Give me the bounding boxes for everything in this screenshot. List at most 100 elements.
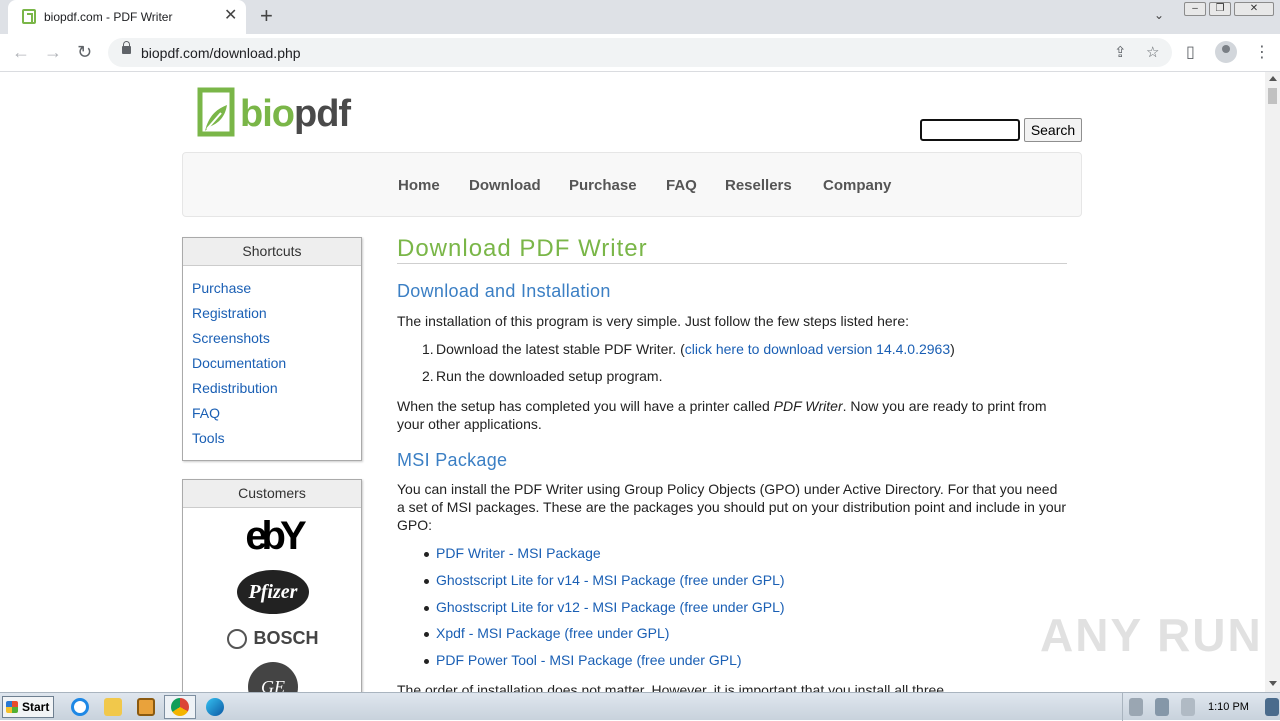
step-2-text: Run the downloaded setup program.: [436, 368, 663, 384]
shortcut-redistribution[interactable]: Redistribution: [192, 380, 278, 396]
nav-download[interactable]: Download: [469, 177, 541, 194]
bullet-icon: [424, 659, 429, 664]
ge-logo: GE: [183, 662, 363, 692]
bosch-logo: BOSCH: [183, 628, 363, 649]
media-player-icon[interactable]: [137, 698, 155, 716]
browser-toolbar: ← → ↻ biopdf.com/download.php ⇪ ☆ ▯ ⋮: [0, 34, 1280, 72]
customers-box: Customers ebY Pfizer BOSCH GE: [182, 479, 362, 692]
download-version-link[interactable]: click here to download version 14.4.0.29…: [685, 341, 950, 357]
window-close-button[interactable]: ✕: [1234, 2, 1274, 16]
logo-bio: bio: [240, 93, 295, 135]
scroll-thumb[interactable]: [1268, 88, 1277, 104]
logo-wordmark: biopdf: [240, 93, 351, 136]
bookmark-star-icon[interactable]: ☆: [1146, 43, 1159, 61]
step-1: Download the latest stable PDF Writer. (…: [436, 341, 955, 357]
window-restore-button[interactable]: ❐: [1209, 2, 1231, 16]
bosch-armature-icon: [227, 628, 248, 649]
step-1-number: 1.: [422, 341, 434, 357]
internet-explorer-icon[interactable]: [71, 698, 89, 716]
reload-icon[interactable]: ↻: [77, 42, 92, 62]
step-2-number: 2.: [422, 368, 434, 384]
forward-arrow-icon[interactable]: →: [44, 42, 62, 62]
search-button[interactable]: Search: [1024, 118, 1082, 142]
page-scrollbar[interactable]: [1265, 72, 1280, 692]
biopdf-logo[interactable]: biopdf: [197, 87, 351, 137]
shortcut-registration[interactable]: Registration: [192, 305, 267, 321]
nav-resellers[interactable]: Resellers: [725, 177, 792, 194]
ebay-logo: ebY: [183, 514, 363, 558]
tab-title: biopdf.com - PDF Writer: [44, 10, 173, 24]
windows-taskbar: Start 1:10 PM: [0, 692, 1280, 721]
url-text[interactable]: biopdf.com/download.php: [141, 45, 301, 61]
tab-close-icon[interactable]: ✕: [224, 8, 237, 24]
msi-intro: You can install the PDF Writer using Gro…: [397, 481, 1067, 533]
msi-link-ghostscript-v14[interactable]: Ghostscript Lite for v14 - MSI Package (…: [436, 572, 785, 588]
shortcuts-box: Shortcuts Purchase Registration Screensh…: [182, 237, 362, 461]
edge-icon[interactable]: [206, 698, 224, 716]
address-bar[interactable]: biopdf.com/download.php ⇪ ☆: [108, 38, 1172, 67]
side-panel-icon[interactable]: ▯: [1186, 42, 1195, 62]
window-minimize-button[interactable]: –: [1184, 2, 1206, 16]
bullet-icon: [424, 632, 429, 637]
nav-home[interactable]: Home: [398, 177, 440, 194]
tab-bar: biopdf.com - PDF Writer ✕ + ⌄ – ❐ ✕: [0, 0, 1280, 34]
browser-tab[interactable]: biopdf.com - PDF Writer ✕: [8, 0, 246, 34]
logo-pdf: pdf: [293, 93, 351, 135]
biopdf-favicon-icon: [22, 9, 36, 24]
step-1-text: Download the latest stable PDF Writer. (: [436, 341, 685, 357]
taskbar-clock[interactable]: 1:10 PM: [1208, 701, 1249, 713]
chrome-icon: [171, 698, 189, 716]
nav-company[interactable]: Company: [823, 177, 891, 194]
customers-title: Customers: [183, 480, 361, 508]
section-msi-package-title: MSI Package: [397, 450, 508, 470]
profile-avatar-icon[interactable]: [1215, 41, 1237, 63]
page-title: Download PDF Writer: [397, 235, 648, 262]
chrome-taskbar-button[interactable]: [164, 695, 196, 719]
step-1-close: ): [950, 341, 955, 357]
ebay-logo-text: ebY: [245, 514, 306, 558]
msi-link-ghostscript-v12[interactable]: Ghostscript Lite for v12 - MSI Package (…: [436, 599, 785, 615]
back-arrow-icon[interactable]: ←: [12, 42, 30, 62]
shortcut-faq[interactable]: FAQ: [192, 405, 220, 421]
msi-link-pdf-power-tool[interactable]: PDF Power Tool - MSI Package (free under…: [436, 652, 742, 668]
system-tray: [1122, 693, 1280, 721]
start-button[interactable]: Start: [2, 696, 54, 718]
shortcuts-title: Shortcuts: [183, 238, 361, 266]
msi-link-pdf-writer[interactable]: PDF Writer - MSI Package: [436, 545, 601, 561]
nav-purchase[interactable]: Purchase: [569, 177, 637, 194]
installation-intro: The installation of this program is very…: [397, 313, 909, 329]
lock-icon[interactable]: [122, 41, 131, 54]
scroll-up-icon[interactable]: [1269, 76, 1277, 81]
nav-faq[interactable]: FAQ: [666, 177, 697, 194]
page-viewport: biopdf Search Home Download Purchase FAQ…: [0, 72, 1265, 692]
bullet-icon: [424, 552, 429, 557]
bosch-logo-text: BOSCH: [253, 628, 319, 648]
installation-order-note: The order of installation does not matte…: [397, 682, 945, 692]
biopdf-leaf-logo-icon: [197, 87, 235, 137]
start-label: Start: [22, 700, 50, 714]
shortcut-screenshots[interactable]: Screenshots: [192, 330, 270, 346]
after-setup-a: When the setup has completed you will ha…: [397, 398, 774, 414]
scroll-down-icon[interactable]: [1269, 681, 1277, 686]
tab-search-chevron-icon[interactable]: ⌄: [1154, 8, 1164, 22]
chrome-menu-icon[interactable]: ⋮: [1254, 42, 1270, 62]
site-search-input[interactable]: [920, 119, 1020, 141]
show-desktop-icon[interactable]: [1265, 698, 1279, 716]
action-center-flag-icon[interactable]: [1181, 698, 1195, 716]
main-navigation: Home Download Purchase FAQ Resellers Com…: [182, 152, 1082, 217]
shortcut-tools[interactable]: Tools: [192, 430, 225, 446]
msi-link-xpdf[interactable]: Xpdf - MSI Package (free under GPL): [436, 625, 669, 641]
share-icon[interactable]: ⇪: [1114, 43, 1127, 61]
pfizer-logo: Pfizer: [183, 570, 363, 614]
bullet-icon: [424, 606, 429, 611]
bullet-icon: [424, 579, 429, 584]
after-setup-text: When the setup has completed you will ha…: [397, 397, 1067, 433]
section-download-installation-title: Download and Installation: [397, 281, 611, 301]
network-icon[interactable]: [1155, 698, 1169, 716]
shortcut-documentation[interactable]: Documentation: [192, 355, 286, 371]
shortcut-purchase[interactable]: Purchase: [192, 280, 251, 296]
file-explorer-icon[interactable]: [104, 698, 122, 716]
new-tab-icon[interactable]: +: [260, 5, 273, 27]
volume-icon[interactable]: [1129, 698, 1143, 716]
ge-logo-text: GE: [248, 662, 298, 692]
